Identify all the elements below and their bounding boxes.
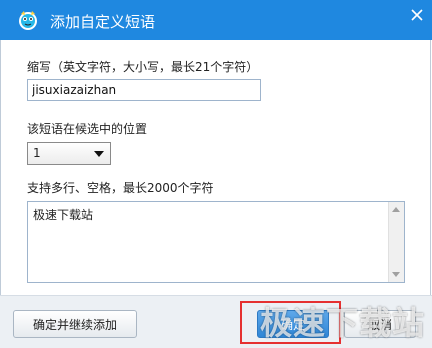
scroll-up-icon[interactable] [392,207,400,212]
textarea-scrollbar[interactable] [388,202,404,282]
title-bar: 添加自定义短语 [0,0,432,40]
phrase-content-text: 极速下载站 [33,208,94,222]
scroll-down-icon[interactable] [392,272,400,277]
confirm-and-continue-button[interactable]: 确定并继续添加 [13,310,137,338]
abbreviation-label: 缩写（英文字符，大小写，最长21个字符） [27,60,259,74]
close-button[interactable] [406,4,428,26]
position-select-value: 1 [33,146,41,160]
position-select[interactable]: 1 [27,142,111,165]
watermark: 极速下载站 [260,304,426,342]
position-label: 该短语在候选中的位置 [27,122,148,136]
close-icon [411,9,423,21]
dialog-title: 添加自定义短语 [50,13,156,31]
phrase-content-textarea[interactable]: 极速下载站 [27,201,405,283]
abbreviation-input[interactable] [27,79,261,101]
app-logo-icon [19,11,37,30]
chevron-down-icon [94,151,104,157]
content-label: 支持多行、空格，最长2000个字符 [27,181,214,195]
add-phrase-dialog: 添加自定义短语 缩写（英文字符，大小写，最长21个字符） 该短语在候选中的位置 … [0,0,432,348]
